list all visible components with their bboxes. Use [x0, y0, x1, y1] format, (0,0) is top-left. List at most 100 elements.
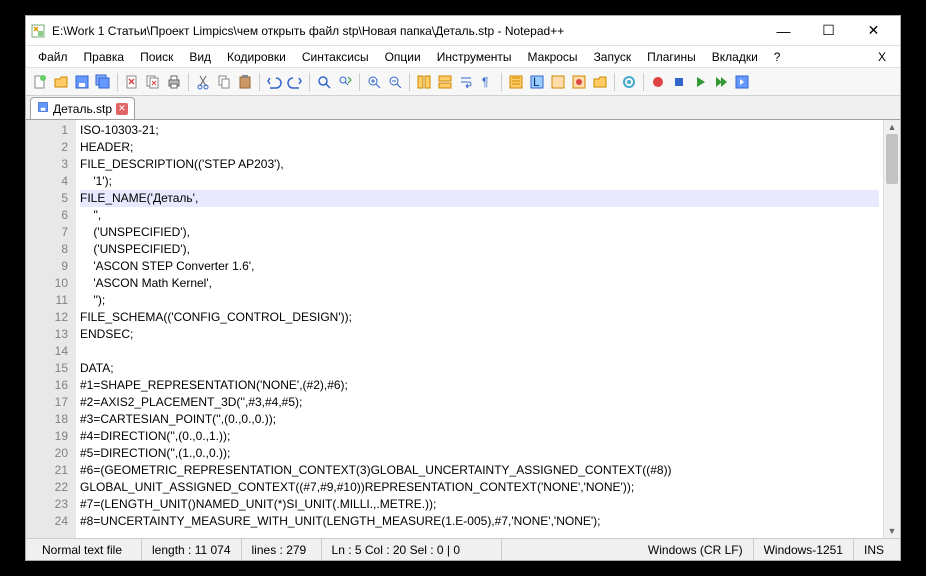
code-line[interactable]: #3=CARTESIAN_POINT('',(0.,0.,0.));	[80, 411, 879, 428]
indent-guide-icon[interactable]	[506, 72, 526, 92]
status-eol[interactable]: Windows (CR LF)	[638, 539, 754, 560]
status-lines: lines : 279	[242, 539, 322, 560]
paste-icon[interactable]	[235, 72, 255, 92]
stop-macro-icon[interactable]	[669, 72, 689, 92]
menu-run[interactable]: Запуск	[586, 48, 640, 66]
status-mode[interactable]: INS	[854, 539, 894, 560]
code-line[interactable]	[80, 343, 879, 360]
svg-text:¶: ¶	[482, 75, 488, 89]
code-line[interactable]: GLOBAL_UNIT_ASSIGNED_CONTEXT((#7,#9,#10)…	[80, 479, 879, 496]
toolbar: ¶ L	[26, 68, 900, 96]
redo-icon[interactable]	[285, 72, 305, 92]
wrap-icon[interactable]	[456, 72, 476, 92]
menu-macros[interactable]: Макросы	[520, 48, 586, 66]
code-line[interactable]: HEADER;	[80, 139, 879, 156]
save-all-icon[interactable]	[93, 72, 113, 92]
code-line[interactable]: '',	[80, 207, 879, 224]
show-all-chars-icon[interactable]: ¶	[477, 72, 497, 92]
doc-map-icon[interactable]	[548, 72, 568, 92]
scroll-down-icon[interactable]: ▼	[884, 524, 900, 538]
record-macro-icon[interactable]	[648, 72, 668, 92]
menu-x[interactable]: X	[868, 48, 896, 66]
scroll-thumb[interactable]	[886, 134, 898, 184]
separator	[188, 73, 189, 91]
open-file-icon[interactable]	[51, 72, 71, 92]
line-number: 23	[26, 496, 68, 513]
vertical-scrollbar[interactable]: ▲ ▼	[883, 120, 900, 538]
line-number: 14	[26, 343, 68, 360]
line-number: 16	[26, 377, 68, 394]
menu-file[interactable]: Файл	[30, 48, 76, 66]
separator	[117, 73, 118, 91]
code-line[interactable]: #7=(LENGTH_UNIT()NAMED_UNIT(*)SI_UNIT(.M…	[80, 496, 879, 513]
print-icon[interactable]	[164, 72, 184, 92]
titlebar[interactable]: E:\Work 1 Статьи\Проект Limpics\чем откр…	[26, 16, 900, 46]
code-line[interactable]: #5=DIRECTION('',(1.,0.,0.));	[80, 445, 879, 462]
line-number: 17	[26, 394, 68, 411]
menu-plugins[interactable]: Плагины	[639, 48, 704, 66]
cut-icon[interactable]	[193, 72, 213, 92]
code-line[interactable]: #6=(GEOMETRIC_REPRESENTATION_CONTEXT(3)G…	[80, 462, 879, 479]
code-line[interactable]: '');	[80, 292, 879, 309]
menu-tools[interactable]: Инструменты	[429, 48, 520, 66]
code-line[interactable]: ISO-10303-21;	[80, 122, 879, 139]
code-line[interactable]: ('UNSPECIFIED'),	[80, 241, 879, 258]
new-file-icon[interactable]	[30, 72, 50, 92]
play-multi-icon[interactable]	[711, 72, 731, 92]
minimize-button[interactable]: —	[761, 17, 806, 45]
sync-v-icon[interactable]	[414, 72, 434, 92]
code-line[interactable]: ENDSEC;	[80, 326, 879, 343]
menu-view[interactable]: Вид	[181, 48, 219, 66]
code-line[interactable]: 'ASCON STEP Converter 1.6',	[80, 258, 879, 275]
close-button[interactable]: ✕	[851, 17, 896, 45]
save-icon[interactable]	[72, 72, 92, 92]
separator	[614, 73, 615, 91]
menu-syntax[interactable]: Синтаксисы	[294, 48, 377, 66]
code-line[interactable]: #8=UNCERTAINTY_MEASURE_WITH_UNIT(LENGTH_…	[80, 513, 879, 530]
folder-icon[interactable]	[590, 72, 610, 92]
save-macro-icon[interactable]	[732, 72, 752, 92]
zoom-out-icon[interactable]	[385, 72, 405, 92]
tab-close-icon[interactable]: ✕	[116, 103, 128, 115]
maximize-button[interactable]: ☐	[806, 17, 851, 45]
scroll-up-icon[interactable]: ▲	[884, 120, 900, 134]
code-line[interactable]: '1');	[80, 173, 879, 190]
line-number: 7	[26, 224, 68, 241]
menubar: Файл Правка Поиск Вид Кодировки Синтакси…	[26, 46, 900, 68]
play-macro-icon[interactable]	[690, 72, 710, 92]
undo-icon[interactable]	[264, 72, 284, 92]
code-line[interactable]: #4=DIRECTION('',(0.,0.,1.));	[80, 428, 879, 445]
code-line[interactable]: #2=AXIS2_PLACEMENT_3D('',#3,#4,#5);	[80, 394, 879, 411]
status-encoding[interactable]: Windows-1251	[754, 539, 854, 560]
tab-active[interactable]: Деталь.stp ✕	[30, 97, 135, 119]
code-line[interactable]: ('UNSPECIFIED'),	[80, 224, 879, 241]
menu-options[interactable]: Опции	[377, 48, 429, 66]
code-line[interactable]: 'ASCON Math Kernel',	[80, 275, 879, 292]
menu-encoding[interactable]: Кодировки	[219, 48, 294, 66]
code-line[interactable]: DATA;	[80, 360, 879, 377]
lang-icon[interactable]: L	[527, 72, 547, 92]
line-number: 6	[26, 207, 68, 224]
copy-icon[interactable]	[214, 72, 234, 92]
line-number: 8	[26, 241, 68, 258]
zoom-in-icon[interactable]	[364, 72, 384, 92]
menu-search[interactable]: Поиск	[132, 48, 181, 66]
line-number: 12	[26, 309, 68, 326]
code-line[interactable]: FILE_DESCRIPTION(('STEP AP203'),	[80, 156, 879, 173]
code-area[interactable]: ISO-10303-21;HEADER;FILE_DESCRIPTION(('S…	[76, 120, 883, 538]
menu-help[interactable]: ?	[766, 48, 789, 66]
sync-h-icon[interactable]	[435, 72, 455, 92]
close-file-icon[interactable]	[122, 72, 142, 92]
monitor-icon[interactable]	[619, 72, 639, 92]
code-line[interactable]: #1=SHAPE_REPRESENTATION('NONE',(#2),#6);	[80, 377, 879, 394]
replace-icon[interactable]	[335, 72, 355, 92]
line-number: 9	[26, 258, 68, 275]
tab-label: Деталь.stp	[53, 102, 112, 116]
menu-tabs[interactable]: Вкладки	[704, 48, 766, 66]
close-all-icon[interactable]	[143, 72, 163, 92]
code-line[interactable]: FILE_SCHEMA(('CONFIG_CONTROL_DESIGN'));	[80, 309, 879, 326]
menu-edit[interactable]: Правка	[76, 48, 133, 66]
func-list-icon[interactable]	[569, 72, 589, 92]
find-icon[interactable]	[314, 72, 334, 92]
code-line[interactable]: FILE_NAME('Деталь',	[80, 190, 879, 207]
